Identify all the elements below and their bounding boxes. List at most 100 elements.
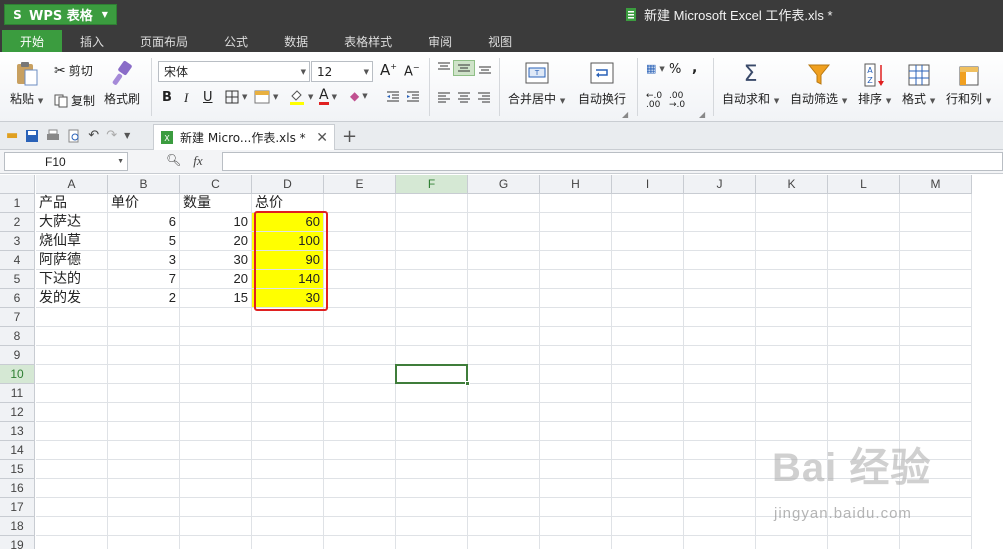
cell-d4[interactable]: 90 (252, 251, 324, 270)
cell-g13[interactable] (468, 422, 540, 441)
cell-a16[interactable] (36, 479, 108, 498)
cell-l2[interactable] (828, 213, 900, 232)
cell-m17[interactable] (900, 498, 972, 517)
cell-h3[interactable] (540, 232, 612, 251)
column-header-a[interactable]: A (36, 175, 108, 194)
cell-i17[interactable] (612, 498, 684, 517)
cell-i13[interactable] (612, 422, 684, 441)
cell-c9[interactable] (180, 346, 252, 365)
cell-m4[interactable] (900, 251, 972, 270)
font-size-select[interactable]: 12 ▼ (311, 61, 373, 82)
cell-k6[interactable] (756, 289, 828, 308)
borders-button[interactable]: ▼ (225, 90, 247, 104)
cell-c10[interactable] (180, 365, 252, 384)
clear-format-button[interactable]: ◆ ▼ (350, 89, 368, 103)
cell-k10[interactable] (756, 365, 828, 384)
row-header-9[interactable]: 9 (0, 346, 35, 365)
cell-a17[interactable] (36, 498, 108, 517)
cell-h19[interactable] (540, 536, 612, 549)
cell-c4[interactable]: 30 (180, 251, 252, 270)
close-icon[interactable]: ✕ (316, 130, 328, 146)
cell-a10[interactable] (36, 365, 108, 384)
cell-g6[interactable] (468, 289, 540, 308)
column-header-i[interactable]: I (612, 175, 684, 194)
cell-b15[interactable] (108, 460, 180, 479)
cell-k11[interactable] (756, 384, 828, 403)
cell-f14[interactable] (396, 441, 468, 460)
cell-f2[interactable] (396, 213, 468, 232)
column-header-g[interactable]: G (468, 175, 540, 194)
cell-m10[interactable] (900, 365, 972, 384)
cell-d2[interactable]: 60 (252, 213, 324, 232)
cell-j4[interactable] (684, 251, 756, 270)
spreadsheet-grid[interactable]: A B C D E F G H I J K L M 1 产品 单价 数量 总价 2 大萨达 6 10 60 3 烧仙草 5 20 10… (0, 175, 1003, 549)
cell-m6[interactable] (900, 289, 972, 308)
row-header-10[interactable]: 10 (0, 365, 35, 384)
cell-g12[interactable] (468, 403, 540, 422)
cell-k14[interactable] (756, 441, 828, 460)
cell-k5[interactable] (756, 270, 828, 289)
cell-i15[interactable] (612, 460, 684, 479)
cell-d9[interactable] (252, 346, 324, 365)
cell-f3[interactable] (396, 232, 468, 251)
format-painter-button[interactable]: 格式刷 (104, 60, 140, 107)
cell-d5[interactable]: 140 (252, 270, 324, 289)
cell-j16[interactable] (684, 479, 756, 498)
cell-j17[interactable] (684, 498, 756, 517)
cell-b13[interactable] (108, 422, 180, 441)
cell-m18[interactable] (900, 517, 972, 536)
cell-l16[interactable] (828, 479, 900, 498)
cell-b18[interactable] (108, 517, 180, 536)
autosum-button[interactable]: Σ 自动求和 ▼ (722, 62, 779, 107)
cell-k7[interactable] (756, 308, 828, 327)
cell-l9[interactable] (828, 346, 900, 365)
cell-m13[interactable] (900, 422, 972, 441)
cell-e16[interactable] (324, 479, 396, 498)
align-middle-button[interactable] (453, 60, 475, 76)
cell-l4[interactable] (828, 251, 900, 270)
cell-e6[interactable] (324, 289, 396, 308)
cell-d6[interactable]: 30 (252, 289, 324, 308)
cell-h9[interactable] (540, 346, 612, 365)
cell-b2[interactable]: 6 (108, 213, 180, 232)
cell-i14[interactable] (612, 441, 684, 460)
cell-a7[interactable] (36, 308, 108, 327)
cell-c14[interactable] (180, 441, 252, 460)
currency-format-button[interactable]: ▦ ▼ (646, 62, 665, 75)
undo-icon[interactable]: ↶ (88, 128, 99, 143)
cell-h15[interactable] (540, 460, 612, 479)
cell-a18[interactable] (36, 517, 108, 536)
row-header-12[interactable]: 12 (0, 403, 35, 422)
cell-k13[interactable] (756, 422, 828, 441)
percent-button[interactable]: % (669, 62, 681, 77)
cell-c17[interactable] (180, 498, 252, 517)
row-header-11[interactable]: 11 (0, 384, 35, 403)
cell-l8[interactable] (828, 327, 900, 346)
cell-e2[interactable] (324, 213, 396, 232)
cell-m3[interactable] (900, 232, 972, 251)
cell-e10[interactable] (324, 365, 396, 384)
autofilter-button[interactable]: 自动筛选 ▼ (790, 62, 847, 107)
cell-b7[interactable] (108, 308, 180, 327)
copy-button[interactable]: 复制 (54, 92, 95, 109)
cell-f4[interactable] (396, 251, 468, 270)
row-header-6[interactable]: 6 (0, 289, 35, 308)
cell-c13[interactable] (180, 422, 252, 441)
tab-view[interactable]: 视图 (470, 30, 530, 52)
cell-l14[interactable] (828, 441, 900, 460)
column-header-e[interactable]: E (324, 175, 396, 194)
select-all-corner[interactable] (0, 175, 35, 194)
cell-f18[interactable] (396, 517, 468, 536)
cell-a13[interactable] (36, 422, 108, 441)
sort-button[interactable]: AZ 排序 ▼ (858, 62, 891, 107)
cell-h5[interactable] (540, 270, 612, 289)
cell-i5[interactable] (612, 270, 684, 289)
cell-c1[interactable]: 数量 (180, 194, 252, 213)
cell-g2[interactable] (468, 213, 540, 232)
cell-c5[interactable]: 20 (180, 270, 252, 289)
cell-i18[interactable] (612, 517, 684, 536)
cell-i2[interactable] (612, 213, 684, 232)
save-icon[interactable] (25, 129, 39, 143)
cell-g11[interactable] (468, 384, 540, 403)
cell-d8[interactable] (252, 327, 324, 346)
